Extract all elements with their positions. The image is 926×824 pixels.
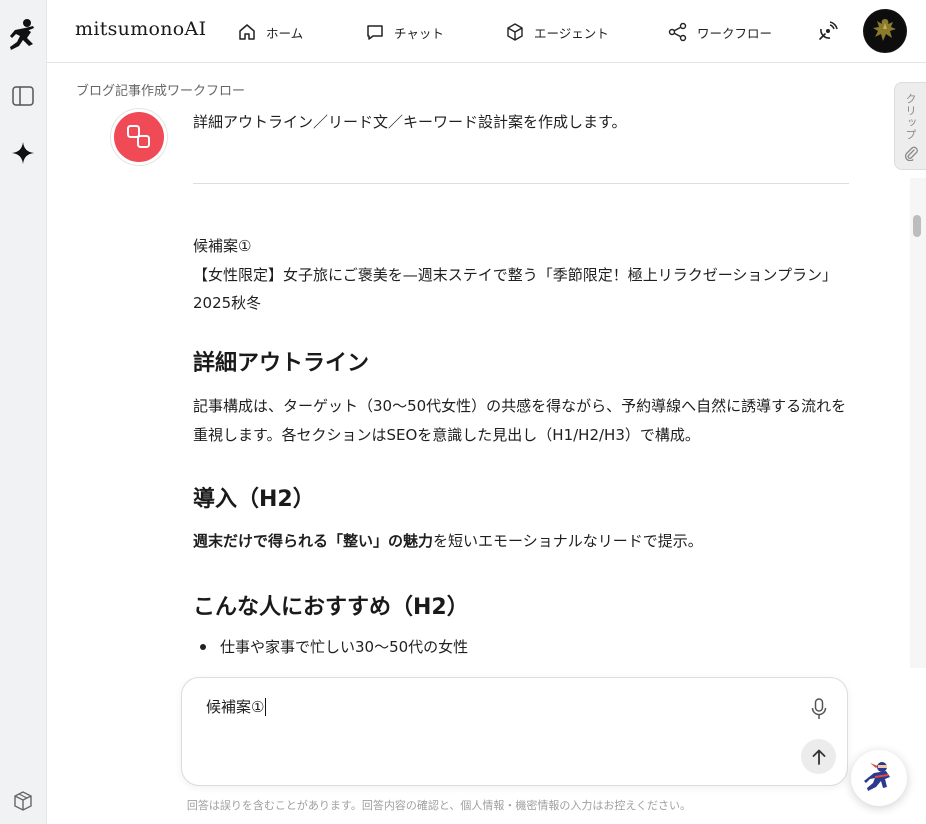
list-item: 仕事や家事で忙しい30〜50代の女性 (200, 636, 468, 657)
runner-logo-icon[interactable] (7, 16, 39, 56)
nav-agent[interactable]: エージェント (505, 19, 609, 45)
assistant-avatar (110, 108, 168, 166)
heading-intro: 導入（H2） (193, 487, 315, 512)
assistant-fab[interactable] (851, 750, 907, 806)
left-rail (0, 0, 47, 824)
clip-tab[interactable]: クリップ (894, 82, 926, 170)
nav-home[interactable]: ホーム (237, 19, 303, 45)
top-bar: mitsumonoAI ホーム チャット エージェント ワークフロー (47, 0, 926, 63)
nav-chat-label: チャット (394, 25, 444, 41)
intro-rest: を短いエモーショナルなリードで提示。 (433, 532, 703, 550)
nav-home-label: ホーム (266, 25, 304, 41)
heading-recommend: こんな人におすすめ（H2） (193, 595, 469, 620)
clip-label: クリップ (904, 93, 917, 141)
composer-value: 候補案① (206, 698, 265, 716)
nav-chat[interactable]: チャット (365, 19, 444, 45)
text-caret (265, 697, 267, 716)
message-intro: 詳細アウトライン／リード文／キーワード設計案を作成します。 (193, 113, 627, 131)
scrollbar-track[interactable] (910, 178, 926, 668)
candidate-label: 候補案① (193, 237, 252, 255)
intro-bold: 週末だけで得られる「整い」の魅力 (193, 532, 434, 550)
share-icon (668, 22, 687, 42)
breadcrumb: ブログ記事作成ワークフロー (76, 84, 246, 99)
chat-icon (367, 25, 383, 40)
broadcast-icon[interactable] (814, 19, 840, 45)
box-icon[interactable] (11, 789, 35, 813)
intro-text: 週末だけで得られる「整い」の魅力を短いエモーショナルなリードで提示。 (193, 527, 853, 556)
send-button[interactable] (801, 739, 836, 774)
disclaimer: 回答は誤りを含むことがあります。回答内容の確認と、個人情報・機密情報の入力はお控… (186, 799, 692, 812)
list-item-text: 仕事や家事で忙しい30〜50代の女性 (220, 638, 469, 656)
sparkle-icon[interactable] (10, 140, 36, 166)
microphone-icon[interactable] (809, 698, 829, 720)
candidate-block: 候補案① 【女性限定】女子旅にご褒美を—週末ステイで整う「季節限定！極上リラクゼ… (193, 232, 853, 318)
nav-workflow-label: ワークフロー (697, 25, 773, 41)
message-composer[interactable]: 候補案① (181, 677, 848, 786)
arrow-up-icon (812, 749, 825, 765)
candidate-title: 【女性限定】女子旅にご褒美を—週末ステイで整う「季節限定！極上リラクゼーションプ… (193, 265, 837, 313)
composer-input[interactable]: 候補案① (206, 696, 267, 717)
nav-agent-label: エージェント (534, 25, 609, 41)
workflow-icon (114, 112, 164, 162)
heading-outline: 詳細アウトライン (193, 351, 370, 376)
ninja-mascot-icon (864, 762, 890, 791)
nav-workflow[interactable]: ワークフロー (668, 19, 772, 45)
scrollbar-thumb[interactable] (913, 215, 921, 237)
message-divider (193, 183, 849, 184)
panel-toggle-icon[interactable] (11, 84, 35, 108)
brand-name[interactable]: mitsumonoAI (75, 18, 206, 40)
outline-text: 記事構成は、ターゲット（30〜50代女性）の共感を得ながら、予約導線へ自然に誘導… (193, 397, 847, 444)
home-icon (239, 24, 255, 40)
user-avatar[interactable] (863, 9, 907, 53)
cube-icon (507, 23, 523, 41)
bullet-dot (200, 643, 206, 650)
paperclip-icon (903, 145, 919, 165)
